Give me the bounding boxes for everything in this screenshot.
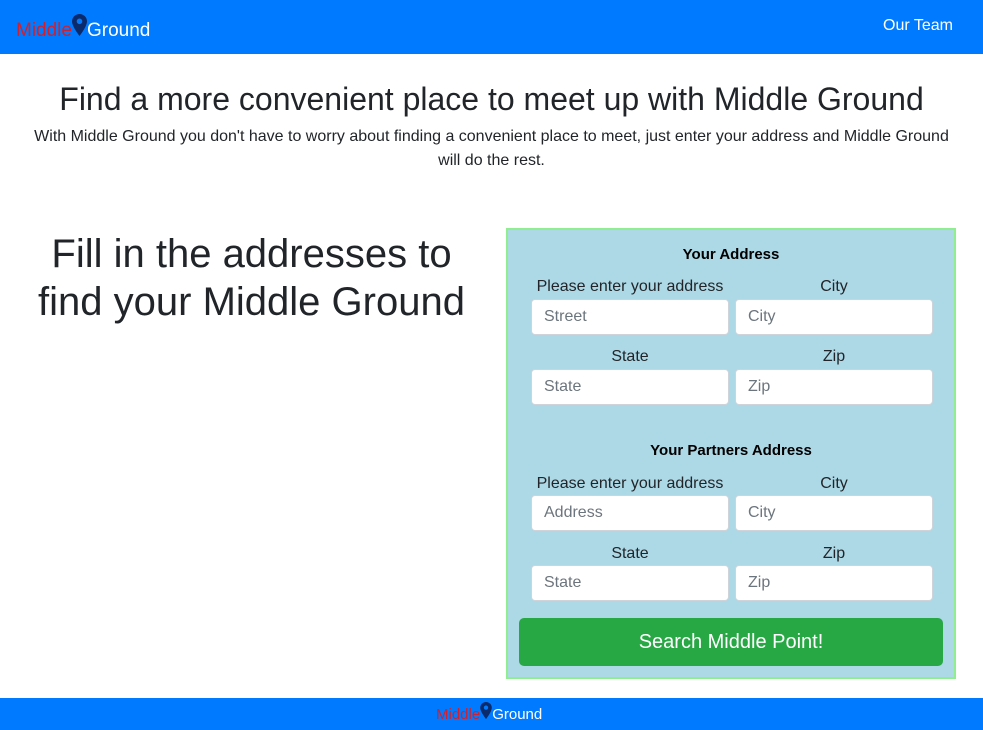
footer-brand: Middle Ground xyxy=(436,700,542,724)
partner-zip-input[interactable] xyxy=(735,565,933,601)
partner-zip-label: Zip xyxy=(822,545,846,562)
partner-city-label: City xyxy=(820,475,848,492)
your-street-label: Please enter your address xyxy=(536,278,724,295)
partner-address-title: Your Partners Address xyxy=(650,442,812,459)
your-state-label: State xyxy=(611,348,649,365)
your-state-input[interactable] xyxy=(531,369,729,405)
partner-city-input[interactable] xyxy=(735,495,933,531)
search-middle-point-button[interactable]: Search Middle Point! xyxy=(519,618,943,666)
your-zip-label: Zip xyxy=(822,348,846,365)
address-form: Your Address Please enter your address C… xyxy=(506,228,956,679)
form-instructions-heading: Fill in the addresses to find your Middl… xyxy=(38,232,465,324)
your-address-title: Your Address xyxy=(682,246,780,263)
your-city-label: City xyxy=(820,278,848,295)
map-pin-icon xyxy=(480,702,492,719)
brand-text-ground: Ground xyxy=(86,20,151,41)
partner-address-input[interactable] xyxy=(531,495,729,531)
footer-brand-text-ground: Ground xyxy=(492,706,543,723)
page-title: Find a more convenient place to meet up … xyxy=(59,81,924,117)
map-pin-icon xyxy=(71,14,87,36)
partner-state-label: State xyxy=(611,545,649,562)
footer: Middle Ground xyxy=(0,698,983,730)
your-city-input[interactable] xyxy=(735,299,933,335)
footer-brand-text-middle: Middle xyxy=(436,706,481,723)
navbar: Middle Ground Our Team xyxy=(0,0,983,54)
nav-link-our-team[interactable]: Our Team xyxy=(883,17,953,35)
brand-text-middle: Middle xyxy=(16,20,72,41)
your-zip-input[interactable] xyxy=(735,369,933,405)
partner-address-label: Please enter your address xyxy=(536,475,724,492)
brand-logo-link[interactable]: Middle Ground xyxy=(16,12,150,42)
your-street-input[interactable] xyxy=(531,299,729,335)
partner-state-input[interactable] xyxy=(531,565,729,601)
page-subtitle: With Middle Ground you don't have to wor… xyxy=(34,128,949,169)
